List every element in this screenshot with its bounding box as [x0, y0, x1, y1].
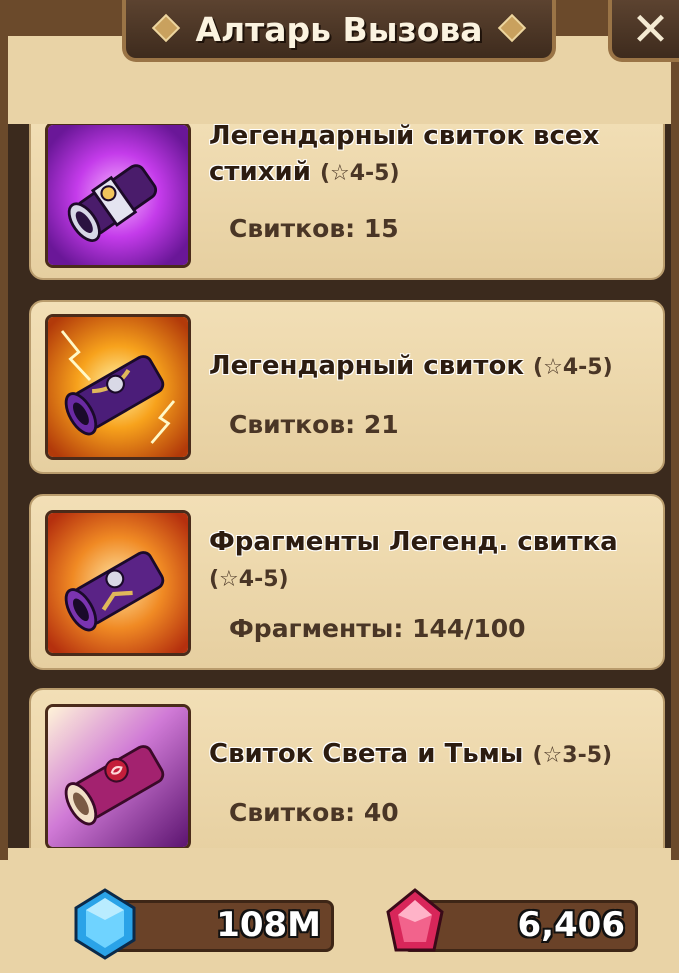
star-range: (☆3-5)	[532, 743, 613, 768]
legendary-scroll-icon	[45, 314, 191, 460]
red-crystal-icon	[386, 888, 444, 952]
scroll-name: Легендарный свиток (☆4-5)	[209, 348, 649, 386]
legendary-all-attribute-scroll-icon	[45, 124, 191, 268]
close-button[interactable]: ✕	[608, 0, 679, 62]
frame-top-right	[556, 0, 608, 36]
list-item[interactable]: Легендарный свиток (☆4-5) Свитков: 21	[29, 300, 665, 474]
scroll-name-text: Легендарный свиток	[209, 351, 524, 381]
window-title: Алтарь Вызова	[195, 9, 483, 49]
list-item[interactable]: Легендарный свиток всех стихий (☆4-5) Св…	[29, 124, 665, 280]
title-plate: Алтарь Вызова	[122, 0, 556, 62]
scroll-count: Фрагменты: 144/100	[229, 614, 526, 643]
scroll-name-text: Легендарный свиток всех стихий	[209, 124, 600, 187]
diamond-ornament-icon	[151, 13, 181, 43]
light-and-dark-scroll-icon	[45, 704, 191, 848]
frame-top-left	[8, 0, 122, 36]
blue-crystal-icon	[74, 888, 136, 960]
scroll-count: Свитков: 21	[229, 410, 399, 439]
scroll-name: Фрагменты Легенд. свитка (☆4-5)	[209, 524, 649, 598]
scroll-name: Легендарный свиток всех стихий (☆4-5)	[209, 124, 649, 192]
scroll-count: Свитков: 40	[229, 798, 399, 827]
rubies-value: 6,406	[517, 905, 625, 945]
star-range: (☆4-5)	[209, 567, 289, 592]
star-range: (☆4-5)	[533, 355, 613, 380]
crystals-value: 108M	[216, 905, 321, 945]
scroll-name-text: Свиток Света и Тьмы	[209, 739, 524, 769]
list-item[interactable]: Свиток Света и Тьмы (☆3-5) Свитков: 40	[29, 688, 665, 848]
legendary-scroll-fragments-icon	[45, 510, 191, 656]
diamond-ornament-icon	[497, 13, 527, 43]
scroll-name-text: Фрагменты Легенд. свитка	[209, 527, 618, 557]
close-icon: ✕	[631, 2, 670, 56]
scroll-name: Свиток Света и Тьмы (☆3-5)	[209, 736, 649, 774]
star-range: (☆4-5)	[319, 161, 400, 186]
list-item[interactable]: Фрагменты Легенд. свитка (☆4-5) Фрагмент…	[29, 494, 665, 670]
scroll-count: Свитков: 15	[229, 214, 399, 243]
scroll-list[interactable]: Легендарный свиток всех стихий (☆4-5) Св…	[8, 124, 671, 848]
